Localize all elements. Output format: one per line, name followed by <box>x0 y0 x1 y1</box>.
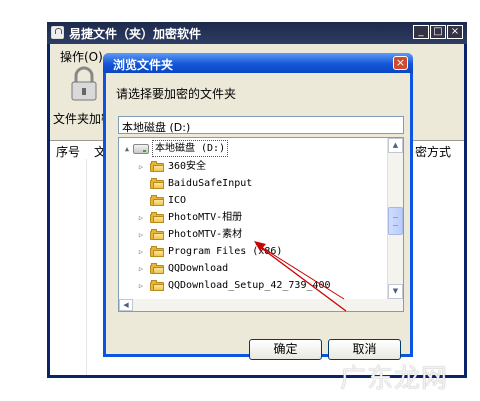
browse-folder-dialog: 浏览文件夹 × 请选择要加密的文件夹 本地磁盘 (D:) ▲ 本地磁盘 (D:)… <box>103 53 413 360</box>
expand-icon[interactable]: ▷ <box>137 248 145 256</box>
collapse-icon[interactable]: ▲ <box>123 145 131 153</box>
folder-icon <box>150 229 164 240</box>
column-index[interactable]: 序号 <box>56 143 80 160</box>
scroll-left-arrow[interactable]: ◀ <box>119 299 133 311</box>
cancel-button[interactable]: 取消 <box>328 339 401 360</box>
scroll-up-arrow[interactable]: ▲ <box>388 138 403 153</box>
folder-tree[interactable]: ▲ 本地磁盘 (D:) ▷ 360安全 BaiduSafeInput ICO ▷… <box>118 137 404 312</box>
app-lock-icon <box>51 26 64 39</box>
app-titlebar: 易捷文件（夹）加密软件 _ □ × <box>47 22 467 44</box>
minimize-button[interactable]: _ <box>413 25 429 39</box>
folder-icon <box>150 280 164 291</box>
expand-icon[interactable]: ▷ <box>137 282 145 290</box>
expand-icon[interactable]: ▷ <box>137 231 145 239</box>
folder-label[interactable]: 360安全 <box>168 158 206 175</box>
menu-operation[interactable]: 操作(O) <box>60 48 103 65</box>
drive-label[interactable]: 本地磁盘 (D:) <box>152 140 229 157</box>
dialog-title: 浏览文件夹 <box>113 58 174 72</box>
dialog-titlebar: 浏览文件夹 × <box>103 53 413 73</box>
folder-label[interactable]: PhotoMTV-相册 <box>168 209 242 226</box>
drive-icon <box>133 144 149 154</box>
expand-icon[interactable]: ▷ <box>137 163 145 171</box>
watermark: 广东龙网 <box>340 364 449 394</box>
maximize-button[interactable]: □ <box>430 25 446 39</box>
dialog-prompt: 请选择要加密的文件夹 <box>116 87 237 101</box>
folder-label[interactable]: QQDownload <box>168 260 228 277</box>
selected-path-field[interactable]: 本地磁盘 (D:) <box>118 116 404 134</box>
dialog-close-button[interactable]: × <box>393 56 408 70</box>
folder-icon <box>150 263 164 274</box>
lock-icon[interactable] <box>70 66 98 102</box>
folder-icon <box>150 246 164 257</box>
tree-vertical-scrollbar[interactable]: ▲ ▼ <box>387 138 403 311</box>
folder-label[interactable]: QQDownload_Setup_42_739_400 <box>168 277 331 294</box>
ok-button[interactable]: 确定 <box>249 339 322 360</box>
expand-icon[interactable]: ▷ <box>137 214 145 222</box>
folder-icon <box>150 161 164 172</box>
folder-label[interactable]: Program Files (x86) <box>168 243 282 260</box>
folder-icon <box>150 195 164 206</box>
column-encrypt-method[interactable]: 密方式 <box>415 143 451 160</box>
folder-icon <box>150 178 164 189</box>
folder-label[interactable]: PhotoMTV-素材 <box>168 226 242 243</box>
folder-label[interactable]: BaiduSafeInput <box>168 175 252 192</box>
expand-icon[interactable]: ▷ <box>137 265 145 273</box>
app-close-button[interactable]: × <box>447 25 463 39</box>
column-divider <box>86 159 87 375</box>
tree-horizontal-scrollbar[interactable]: ◀ <box>119 299 389 311</box>
scroll-down-arrow[interactable]: ▼ <box>388 284 403 299</box>
app-title: 易捷文件（夹）加密软件 <box>69 27 202 41</box>
folder-icon <box>150 212 164 223</box>
dialog-body: 请选择要加密的文件夹 本地磁盘 (D:) ▲ 本地磁盘 (D:) ▷ 360安全… <box>106 73 410 360</box>
scroll-thumb[interactable] <box>388 207 403 235</box>
folder-label[interactable]: ICO <box>168 192 186 209</box>
